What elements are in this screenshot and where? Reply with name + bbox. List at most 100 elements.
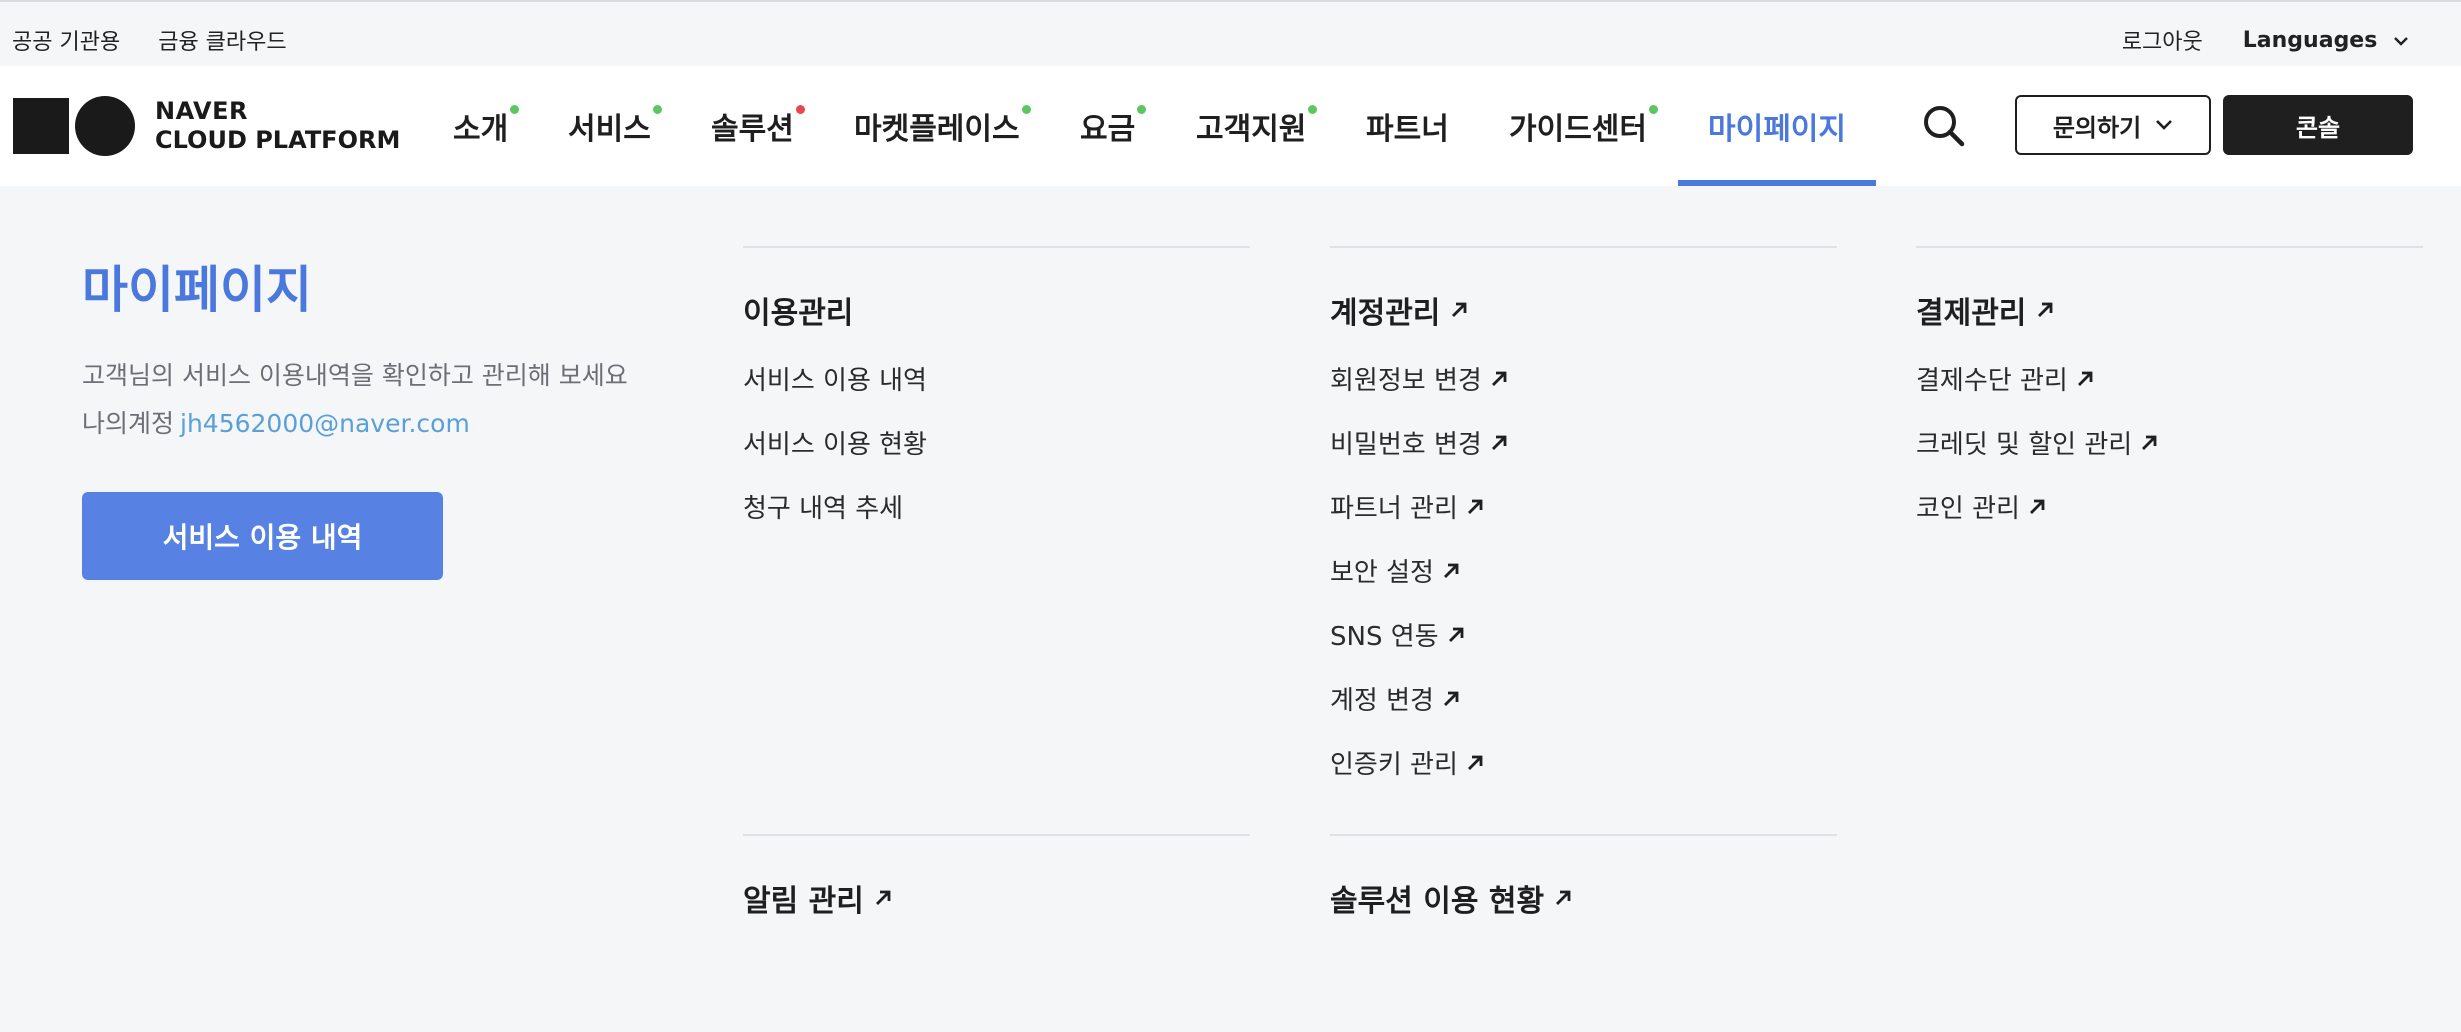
logo-square-mark [13,98,69,154]
logo-circle-mark [75,96,135,156]
group-title-label: 계정관리 [1330,296,1441,331]
group-title-label: 알림 관리 [743,884,864,919]
utility-links: 공공 기관용 금융 클라우드 [12,24,287,56]
nav-label-guide-center: 가이드센터 [1509,112,1647,147]
inquiry-dropdown-button[interactable]: 문의하기 [2015,95,2211,155]
external-arrow-icon [2142,435,2157,450]
menu-link-label: 파트너 관리 [1330,494,1458,524]
public-institution-link[interactable]: 공공 기관용 [12,24,120,56]
nav-item-pricing[interactable]: 요금 [1080,104,1147,148]
nav-item-partner[interactable]: 파트너 [1366,104,1449,148]
column-divider [1330,246,1837,248]
menu-link-label: SNS 연동 [1330,622,1439,652]
group-title-account[interactable]: 계정관리 [1330,288,1468,332]
nav-label-services: 서비스 [568,112,651,147]
group-title-solution-usage[interactable]: 솔루션 이용 현황 [1330,876,1572,920]
external-arrow-icon [1467,499,1483,514]
external-arrow-icon [1556,890,1571,905]
menu-link-service-usage-history[interactable]: 서비스 이용 내역 [743,360,927,397]
menu-link-member-info[interactable]: 회원정보 변경 [1330,360,1508,397]
group-title-label: 솔루션 이용 현황 [1330,884,1545,919]
new-dot-indicator [652,105,662,114]
menu-link-billing-trend[interactable]: 청구 내역 추세 [743,488,903,525]
external-arrow-icon [1491,435,1507,450]
new-dot-indicator [510,105,520,114]
nav-label-mypage: 마이페이지 [1708,112,1846,147]
search-button[interactable] [1920,102,1968,150]
logo-line-naver: NAVER [155,97,248,125]
group-title-label: 결제관리 [1916,296,2027,331]
menu-link-label: 보안 설정 [1330,558,1434,588]
account-email: jh4562000@naver.com [180,409,470,438]
external-arrow-icon [875,890,891,905]
service-usage-history-button[interactable]: 서비스 이용 내역 [82,492,443,580]
nav-label-support: 고객지원 [1196,112,1307,147]
nav-item-guide-center[interactable]: 가이드센터 [1509,104,1658,148]
menu-link-partner-management[interactable]: 파트너 관리 [1330,488,1484,525]
nav-label-intro: 소개 [453,112,509,147]
utility-bar: 공공 기관용 금융 클라우드 로그아웃 Languages [0,0,2461,66]
new-dot-indicator [1021,105,1031,114]
naver-cloud-logo[interactable]: NAVER CLOUD PLATFORM [13,96,400,156]
nav-label-partner: 파트너 [1366,112,1449,147]
external-arrow-icon [1452,302,1467,317]
menu-link-label: 청구 내역 추세 [743,494,904,524]
group-title-notification[interactable]: 알림 관리 [743,876,892,920]
external-arrow-icon [2038,302,2053,317]
my-account-label: 나의계정 [82,409,175,438]
menu-link-label: 서비스 이용 현황 [743,430,927,460]
column-divider [743,834,1250,836]
column-divider [743,246,1250,248]
inquiry-label: 문의하기 [2052,113,2142,142]
column-divider [1916,246,2423,248]
nav-item-mypage[interactable]: 마이페이지 [1708,104,1846,148]
nav-item-intro[interactable]: 소개 [453,104,520,148]
mypage-description: 고객님의 서비스 이용내역을 확인하고 관리해 보세요 [82,361,628,390]
menu-link-account-change[interactable]: 계정 변경 [1330,680,1460,717]
new-dot-indicator [1137,105,1147,114]
finance-cloud-link[interactable]: 금융 클라우드 [158,24,286,56]
mypage-title: 마이페이지 [82,261,312,319]
languages-dropdown[interactable]: Languages [2243,28,2409,53]
group-title-usage[interactable]: 이용관리 [743,288,853,332]
group-title-payment[interactable]: 결제관리 [1916,288,2054,332]
logo-wordmark: NAVER CLOUD PLATFORM [155,97,400,155]
console-button[interactable]: 콘솔 [2223,95,2413,155]
external-arrow-icon [2077,371,2093,386]
nav-item-support[interactable]: 고객지원 [1196,104,1318,148]
external-arrow-icon [1443,691,1459,706]
nav-label-marketplace: 마켓플레이스 [854,112,1020,147]
menu-link-label: 인증키 관리 [1330,750,1458,780]
menu-link-label: 코인 관리 [1916,494,2020,524]
menu-link-label: 서비스 이용 내역 [743,366,927,396]
nav-item-services[interactable]: 서비스 [568,104,662,148]
external-arrow-icon [1448,627,1463,642]
search-icon [1924,106,1965,147]
column-divider [1330,834,1837,836]
new-dot-indicator [1649,105,1658,114]
menu-link-security-settings[interactable]: 보안 설정 [1330,552,1460,589]
chevron-down-icon [2394,36,2408,46]
nav-label-pricing: 요금 [1080,112,1136,147]
external-arrow-icon [1467,755,1483,770]
new-dot-indicator [1308,105,1318,114]
menu-link-coin-management[interactable]: 코인 관리 [1916,488,2046,525]
menu-link-payment-method[interactable]: 결제수단 관리 [1916,360,2094,397]
menu-link-service-usage-status[interactable]: 서비스 이용 현황 [743,424,927,461]
menu-link-password-change[interactable]: 비밀번호 변경 [1330,424,1508,461]
menu-link-auth-key[interactable]: 인증키 관리 [1330,744,1484,781]
menu-link-sns-link[interactable]: SNS 연동 [1330,616,1465,653]
new-dot-indicator [795,105,805,114]
menu-link-label: 계정 변경 [1330,686,1434,716]
logout-link[interactable]: 로그아웃 [2122,24,2203,56]
external-arrow-icon [2029,499,2045,514]
nav-item-solutions[interactable]: 솔루션 [711,104,805,148]
menu-link-credit-discount[interactable]: 크레딧 및 할인 관리 [1916,424,2158,461]
active-tab-underline [1678,180,1876,186]
utility-account: 로그아웃 Languages [2122,24,2409,56]
menu-link-label: 크레딧 및 할인 관리 [1916,430,2133,460]
chevron-down-icon [2156,120,2173,130]
external-arrow-icon [1491,371,1507,386]
nav-item-marketplace[interactable]: 마켓플레이스 [854,104,1031,148]
group-title-label: 이용관리 [743,296,854,331]
